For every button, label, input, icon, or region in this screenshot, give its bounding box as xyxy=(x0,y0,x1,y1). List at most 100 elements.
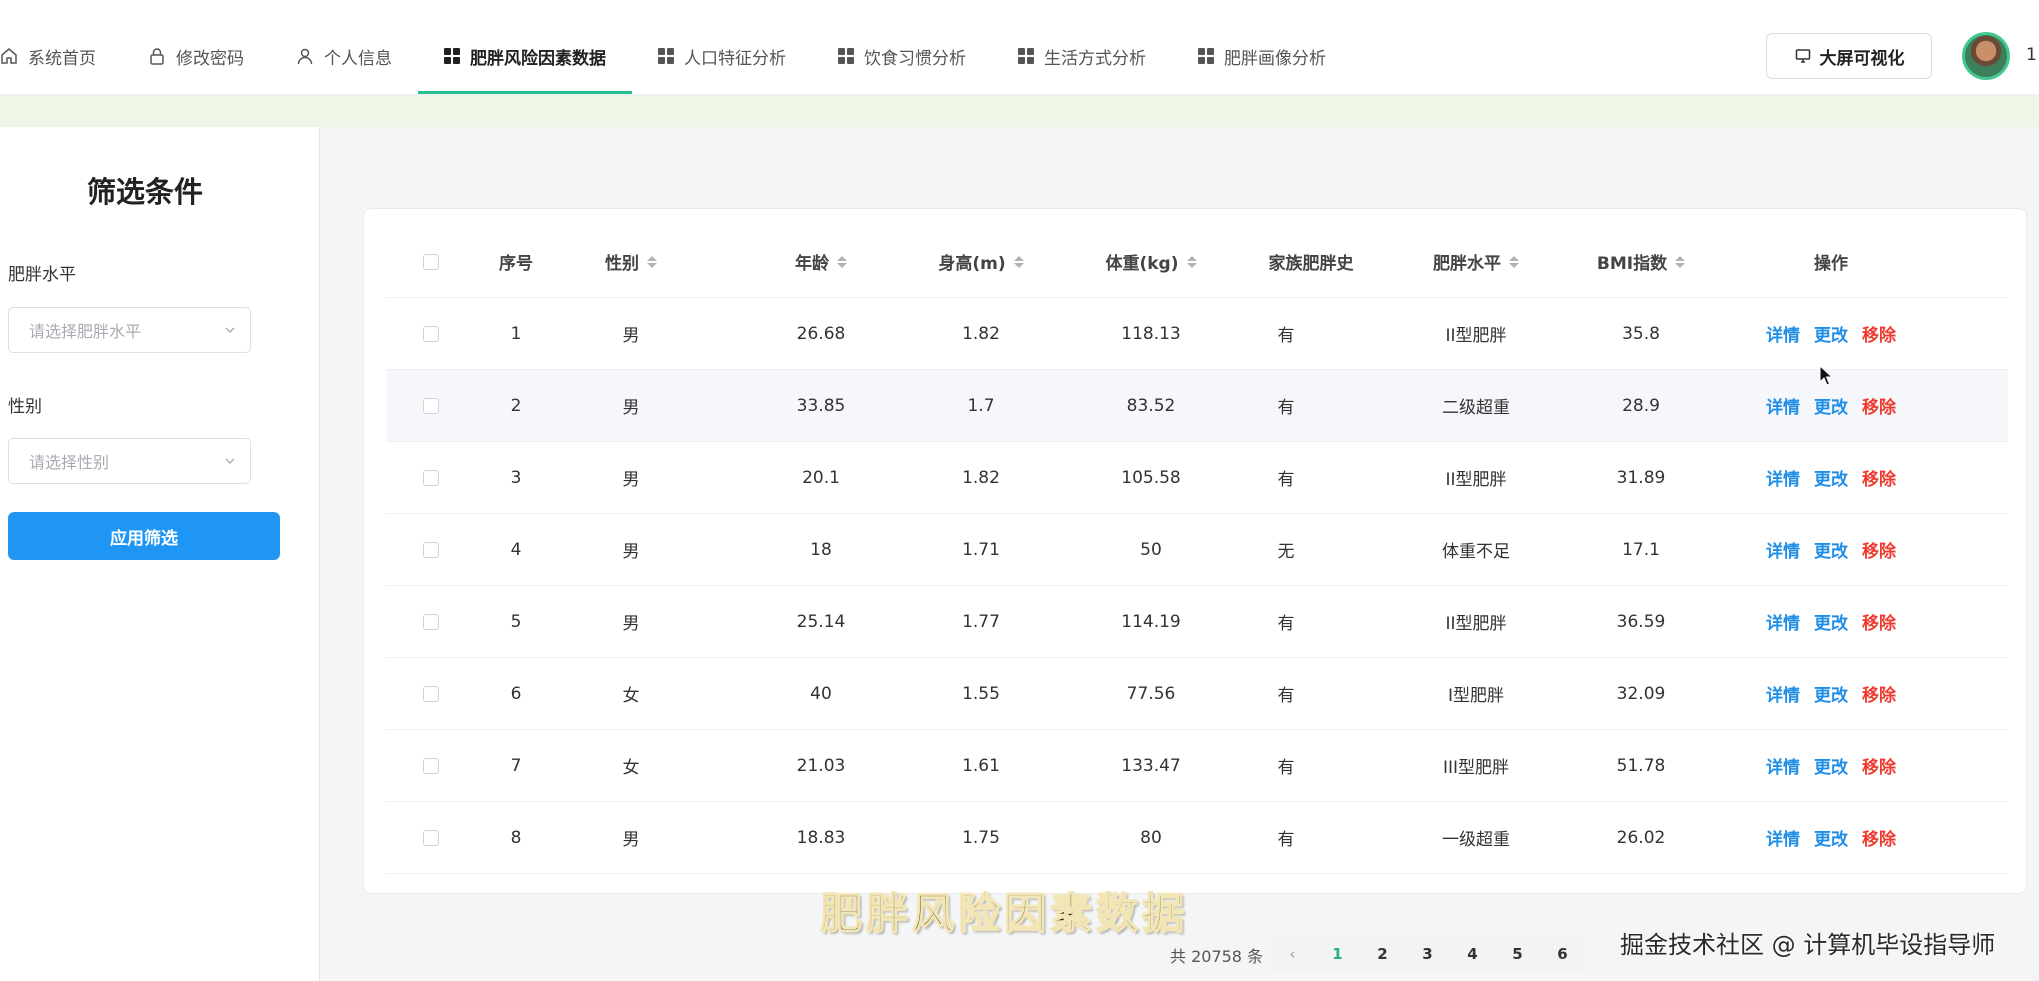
nav-item-profile[interactable]: 个人信息 xyxy=(270,18,418,94)
checkbox[interactable] xyxy=(423,253,439,270)
table-row: 6 女 40 1.55 77.56 有 I型肥胖 32.09 详情 更改 移除 xyxy=(386,658,2008,730)
page-button[interactable]: 1 xyxy=(1315,937,1360,971)
nav-item-lifestyle-analysis[interactable]: 生活方式分析 xyxy=(992,18,1172,94)
page-button[interactable]: 4 xyxy=(1450,937,1495,971)
row-checkbox-cell[interactable] xyxy=(411,658,451,729)
cell-weight: 118.13 xyxy=(1121,323,1181,344)
row-checkbox-cell[interactable] xyxy=(411,442,451,513)
col-weight[interactable]: 体重(kg) xyxy=(1066,226,1236,297)
remove-link[interactable]: 移除 xyxy=(1862,393,1896,418)
row-checkbox-cell[interactable] xyxy=(411,298,451,369)
page-list: 123456 xyxy=(1315,937,1585,971)
select-all-checkbox[interactable] xyxy=(411,226,451,297)
row-checkbox[interactable] xyxy=(423,325,439,342)
big-screen-label: 大屏可视化 xyxy=(1819,48,1905,69)
row-checkbox[interactable] xyxy=(423,685,439,702)
edit-link[interactable]: 更改 xyxy=(1814,753,1848,778)
cell-level: II型肥胖 xyxy=(1445,470,1507,490)
cell-gender: 男 xyxy=(622,398,640,418)
page-button[interactable]: 6 xyxy=(1540,937,1585,971)
row-checkbox[interactable] xyxy=(423,397,439,414)
row-checkbox-cell[interactable] xyxy=(411,370,451,441)
row-checkbox[interactable] xyxy=(423,469,439,486)
col-obesity-level[interactable]: 肥胖水平 xyxy=(1391,226,1561,297)
edit-link[interactable]: 更改 xyxy=(1814,393,1848,418)
monitor-icon xyxy=(1795,49,1810,63)
row-actions: 详情 更改 移除 xyxy=(1746,298,1916,369)
user-avatar[interactable] xyxy=(1962,32,2010,80)
row-checkbox[interactable] xyxy=(423,613,439,630)
page-button[interactable]: 3 xyxy=(1405,937,1450,971)
obesity-level-placeholder: 请选择肥胖水平 xyxy=(29,322,142,341)
nav-item-demographic-analysis[interactable]: 人口特征分析 xyxy=(632,18,812,94)
detail-link[interactable]: 详情 xyxy=(1766,825,1800,850)
detail-link[interactable]: 详情 xyxy=(1766,537,1800,562)
obesity-level-select[interactable]: 请选择肥胖水平 xyxy=(8,307,251,353)
remove-link[interactable]: 移除 xyxy=(1862,681,1896,706)
row-actions: 详情 更改 移除 xyxy=(1746,442,1916,513)
home-icon xyxy=(1,48,17,64)
remove-link[interactable]: 移除 xyxy=(1862,609,1896,634)
sort-icon[interactable] xyxy=(647,255,657,268)
row-checkbox-cell[interactable] xyxy=(411,802,451,873)
edit-link[interactable]: 更改 xyxy=(1814,537,1848,562)
nav-item-home[interactable]: 系统首页 xyxy=(0,18,122,94)
gender-select[interactable]: 请选择性别 xyxy=(8,438,251,484)
cell-family: 无 xyxy=(1277,542,1295,562)
sort-icon[interactable] xyxy=(1013,255,1024,268)
edit-link[interactable]: 更改 xyxy=(1814,465,1848,490)
table-header: 序号 性别 年龄 身高(m) 体重(kg) 家族肥胖史 肥胖水平 BMI指数 操… xyxy=(386,226,2008,298)
nav-item-obesity-profile[interactable]: 肥胖画像分析 xyxy=(1172,18,1352,94)
col-height[interactable]: 身高(m) xyxy=(896,226,1066,297)
row-actions: 详情 更改 移除 xyxy=(1746,658,1916,729)
row-checkbox-cell[interactable] xyxy=(411,586,451,657)
apply-filter-button[interactable]: 应用筛选 xyxy=(8,512,280,560)
edit-link[interactable]: 更改 xyxy=(1814,321,1848,346)
sort-icon[interactable] xyxy=(837,255,847,268)
cell-weight: 133.47 xyxy=(1121,755,1181,776)
cell-level: 二级超重 xyxy=(1442,398,1510,418)
sort-icon[interactable] xyxy=(1675,255,1686,268)
col-age[interactable]: 年龄 xyxy=(736,226,906,297)
row-checkbox-cell[interactable] xyxy=(411,514,451,585)
user-name[interactable]: 1 xyxy=(2026,45,2037,65)
col-bmi[interactable]: BMI指数 xyxy=(1556,226,1726,297)
remove-link[interactable]: 移除 xyxy=(1862,825,1896,850)
sort-icon[interactable] xyxy=(1186,255,1197,268)
col-gender-label: 性别 xyxy=(605,254,639,274)
remove-link[interactable]: 移除 xyxy=(1862,321,1896,346)
remove-link[interactable]: 移除 xyxy=(1862,753,1896,778)
col-weight-label: 体重(kg) xyxy=(1105,254,1179,274)
nav-item-diet-analysis[interactable]: 饮食习惯分析 xyxy=(812,18,992,94)
detail-link[interactable]: 详情 xyxy=(1766,609,1800,634)
remove-link[interactable]: 移除 xyxy=(1862,537,1896,562)
row-checkbox[interactable] xyxy=(423,757,439,774)
remove-link[interactable]: 移除 xyxy=(1862,465,1896,490)
row-actions: 详情 更改 移除 xyxy=(1746,730,1916,801)
row-checkbox-cell[interactable] xyxy=(411,730,451,801)
table-row: 3 男 20.1 1.82 105.58 有 II型肥胖 31.89 详情 更改 移除 xyxy=(386,442,2008,514)
cell-family: 有 xyxy=(1277,326,1295,346)
sort-icon[interactable] xyxy=(1509,255,1519,268)
cell-bmi: 32.09 xyxy=(1616,683,1666,704)
detail-link[interactable]: 详情 xyxy=(1766,393,1800,418)
edit-link[interactable]: 更改 xyxy=(1814,681,1848,706)
nav-item-obesity-risk-data[interactable]: 肥胖风险因素数据 xyxy=(418,18,632,94)
row-checkbox[interactable] xyxy=(423,541,439,558)
row-checkbox[interactable] xyxy=(423,829,439,846)
detail-link[interactable]: 详情 xyxy=(1766,465,1800,490)
prev-page-button[interactable]: ‹ xyxy=(1270,937,1315,971)
edit-link[interactable]: 更改 xyxy=(1814,825,1848,850)
nav-item-change-password[interactable]: 修改密码 xyxy=(122,18,270,94)
grid-icon xyxy=(658,48,674,64)
cell-height: 1.82 xyxy=(962,323,1000,344)
page-button[interactable]: 2 xyxy=(1360,937,1405,971)
page-button[interactable]: 5 xyxy=(1495,937,1540,971)
cell-level: 体重不足 xyxy=(1442,542,1510,562)
edit-link[interactable]: 更改 xyxy=(1814,609,1848,634)
col-gender[interactable]: 性别 xyxy=(556,226,706,297)
detail-link[interactable]: 详情 xyxy=(1766,753,1800,778)
detail-link[interactable]: 详情 xyxy=(1766,321,1800,346)
big-screen-button[interactable]: 大屏可视化 xyxy=(1766,33,1932,79)
detail-link[interactable]: 详情 xyxy=(1766,681,1800,706)
